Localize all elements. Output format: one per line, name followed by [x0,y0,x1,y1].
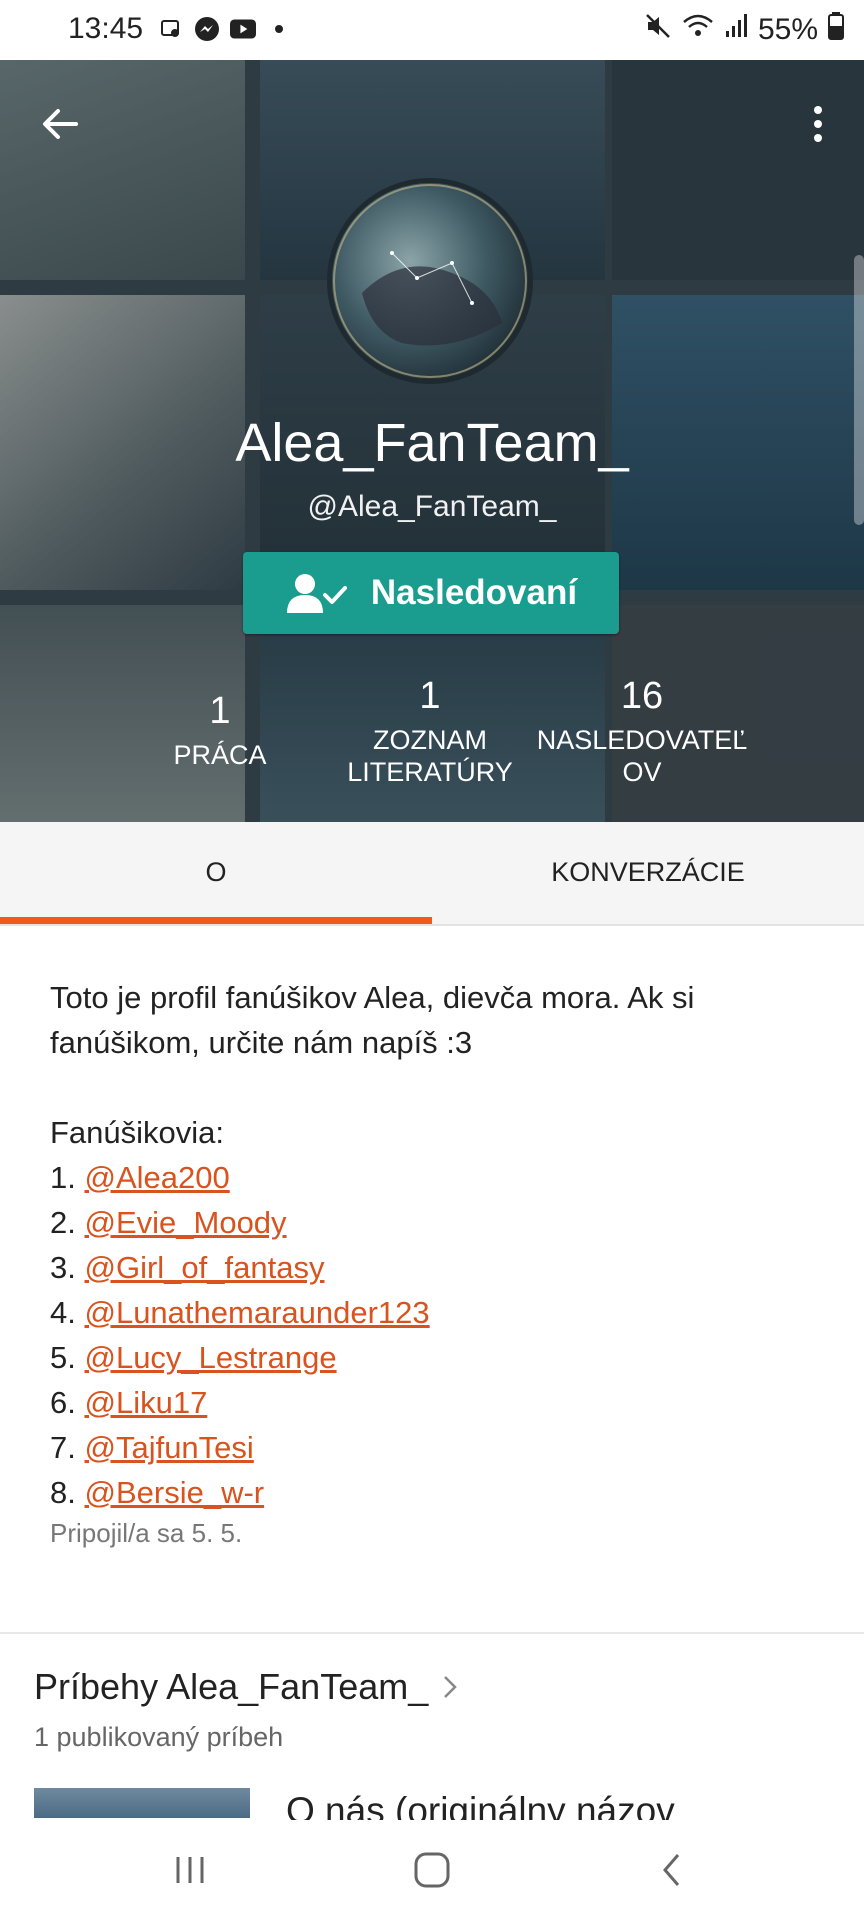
stat-value: 1 [209,690,231,732]
stat-value: 1 [419,675,441,717]
stories-header[interactable]: Príbehy Alea_FanTeam_ [34,1666,458,1708]
scrollbar[interactable] [854,255,864,525]
tab-about[interactable]: O [0,822,432,922]
home-icon [414,1852,450,1888]
more-vertical-icon [814,106,822,142]
fan-link[interactable]: @TajfunTesi [84,1430,253,1465]
stat-label: ZOZNAM LITERATÚRY [347,725,513,787]
story-title[interactable]: O nás (originálny názov [286,1790,675,1820]
fan-link[interactable]: @Lucy_Lestrange [84,1340,336,1375]
wifi-icon [682,12,714,48]
home-button[interactable] [402,1840,462,1900]
profile-header: Alea_FanTeam_ @Alea_FanTeam_ Nasledovaní… [0,60,864,822]
chevron-right-icon [444,1676,458,1698]
stat-label: PRÁCA [173,740,267,770]
joined-date: Pripojil/a sa 5. 5. [50,1518,243,1548]
screen-record-icon [158,16,184,42]
profile-display-name: Alea_FanTeam_ [235,413,629,473]
about-section: Toto je profil fanúšikov Alea, dievča mo… [50,975,830,1551]
tab-about-label: O [205,856,227,887]
profile-tabs: O KONVERZÁCIE [0,822,864,926]
youtube-icon [230,16,256,42]
recent-apps-button[interactable] [160,1840,220,1900]
stat-reading-lists[interactable]: 1 ZOZNAM LITERATÚRY [330,675,530,788]
fan-link[interactable]: @Lunathemaraunder123 [84,1295,429,1330]
section-divider [0,1632,864,1634]
fan-list-item: 2. @Evie_Moody [50,1205,287,1240]
tab-conversations[interactable]: KONVERZÁCIE [432,822,864,922]
messenger-icon [194,16,220,42]
user-check-icon [286,574,347,613]
tab-conversations-label: KONVERZÁCIE [551,856,745,887]
fans-heading: Fanúšikovia: [50,1115,225,1150]
mute-icon [644,12,672,48]
fan-list-item: 4. @Lunathemaraunder123 [50,1295,430,1330]
fan-link[interactable]: @Liku17 [84,1385,207,1420]
fan-list-item: 8. @Bersie_w-r [50,1475,265,1510]
fan-list-item: 3. @Girl_of_fantasy [50,1250,325,1285]
status-bar: 13:45 55% [0,0,864,60]
system-navigation-bar [0,1820,864,1920]
stories-count: 1 publikovaný príbeh [34,1722,284,1752]
following-button[interactable]: Nasledovaní [243,552,619,634]
more-options-button[interactable] [806,100,830,148]
story-cover[interactable] [34,1788,250,1818]
stories-title: Príbehy Alea_FanTeam_ [34,1666,429,1707]
fan-link[interactable]: @Bersie_w-r [84,1475,264,1510]
notification-icons [158,16,292,42]
fan-list-item: 6. @Liku17 [50,1385,208,1420]
fan-list-item: 1. @Alea200 [50,1160,230,1195]
signal-icon [724,13,748,47]
fan-link[interactable]: @Evie_Moody [84,1205,286,1240]
profile-handle: @Alea_FanTeam_ [307,490,557,523]
stat-followers[interactable]: 16 NASLEDOVATEĽ OV [536,675,748,788]
status-time: 13:45 [68,12,144,45]
arrow-left-icon [43,109,78,139]
stat-label: NASLEDOVATEĽ OV [536,725,748,787]
battery-text: 55% [757,13,818,46]
fan-link[interactable]: @Girl_of_fantasy [84,1250,324,1285]
fan-link[interactable]: @Alea200 [84,1160,229,1195]
active-tab-indicator [0,917,432,924]
following-button-label: Nasledovaní [370,573,578,612]
avatar [327,178,533,384]
stat-works[interactable]: 1 PRÁCA [145,690,295,771]
fan-list-item: 7. @TajfunTesi [50,1430,254,1465]
chevron-left-icon [663,1854,680,1886]
stat-value: 16 [620,675,664,717]
dot-icon [266,16,292,42]
about-intro: Toto je profil fanúšikov Alea, dievča mo… [50,980,695,1060]
back-button[interactable] [36,100,84,148]
battery-icon [828,12,844,48]
system-status: 55% [644,12,844,48]
fan-list-item: 5. @Lucy_Lestrange [50,1340,337,1375]
recent-apps-icon [176,1857,204,1883]
back-nav-button[interactable] [642,1840,702,1900]
